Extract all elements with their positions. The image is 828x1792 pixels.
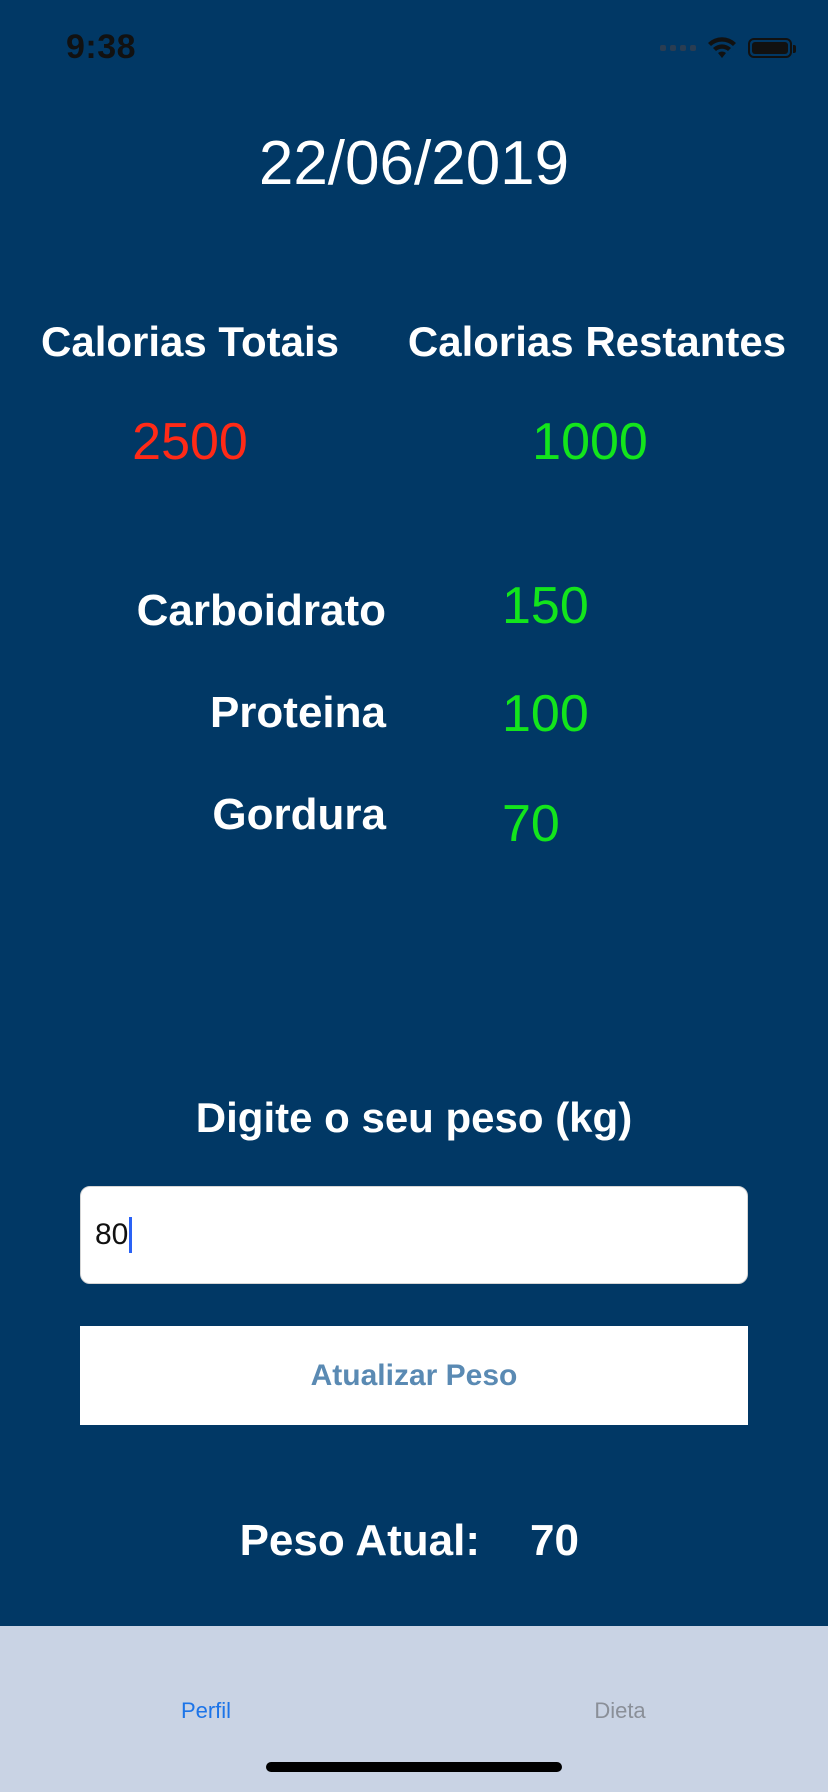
total-calories-value: 2500 [132,413,248,471]
status-time: 9:38 [66,28,137,66]
home-indicator [266,1762,562,1772]
cellular-signal-icon [660,45,696,51]
tab-bar: Perfil Dieta [0,1626,828,1792]
tab-perfil[interactable]: Perfil [106,1698,306,1724]
status-icons [660,36,796,60]
date-label: 22/06/2019 [258,129,570,198]
remaining-calories-value: 1000 [532,413,648,471]
carb-label: Carboidrato [136,586,386,635]
total-calories-label: Calorias Totais [41,318,339,365]
weight-input[interactable]: 80 [80,1186,748,1284]
text-cursor [129,1217,133,1253]
fat-value: 70 [502,795,560,853]
protein-value: 100 [502,685,589,743]
remaining-calories-label: Calorias Restantes [407,318,787,365]
protein-label: Proteina [209,688,386,737]
weight-input-value: 80 [95,1218,129,1251]
fat-label: Gordura [212,790,386,839]
carb-value: 150 [502,577,589,635]
battery-icon [748,38,796,58]
weight-prompt: Digite o seu peso (kg) [195,1094,633,1141]
current-weight-value: 70 [530,1516,579,1565]
wifi-icon [708,37,736,58]
update-weight-button[interactable]: Atualizar Peso [80,1326,748,1425]
current-weight-label: Peso Atual: [239,1516,480,1565]
tab-dieta[interactable]: Dieta [520,1698,720,1724]
